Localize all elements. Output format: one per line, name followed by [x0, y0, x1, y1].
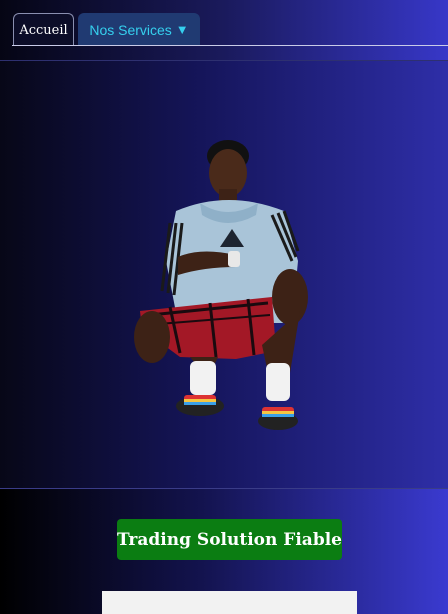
person-crouching-photo: [134, 140, 308, 430]
tab-nos-services[interactable]: Nos Services ▼: [78, 13, 200, 46]
trading-solution-button[interactable]: Trading Solution Fiable: [117, 519, 342, 560]
hero-section: [0, 61, 448, 488]
tab-accueil-label: Accueil: [19, 22, 68, 38]
content-panel: [102, 591, 357, 614]
cta-section: Trading Solution Fiable: [0, 489, 448, 614]
chevron-down-icon: ▼: [175, 22, 189, 37]
nav-underline: [12, 45, 448, 46]
cta-label: Trading Solution Fiable: [117, 529, 342, 550]
tab-accueil[interactable]: Accueil: [13, 13, 74, 46]
tab-nos-services-label: Nos Services: [89, 21, 172, 38]
top-navigation: Accueil Nos Services ▼: [0, 0, 448, 60]
